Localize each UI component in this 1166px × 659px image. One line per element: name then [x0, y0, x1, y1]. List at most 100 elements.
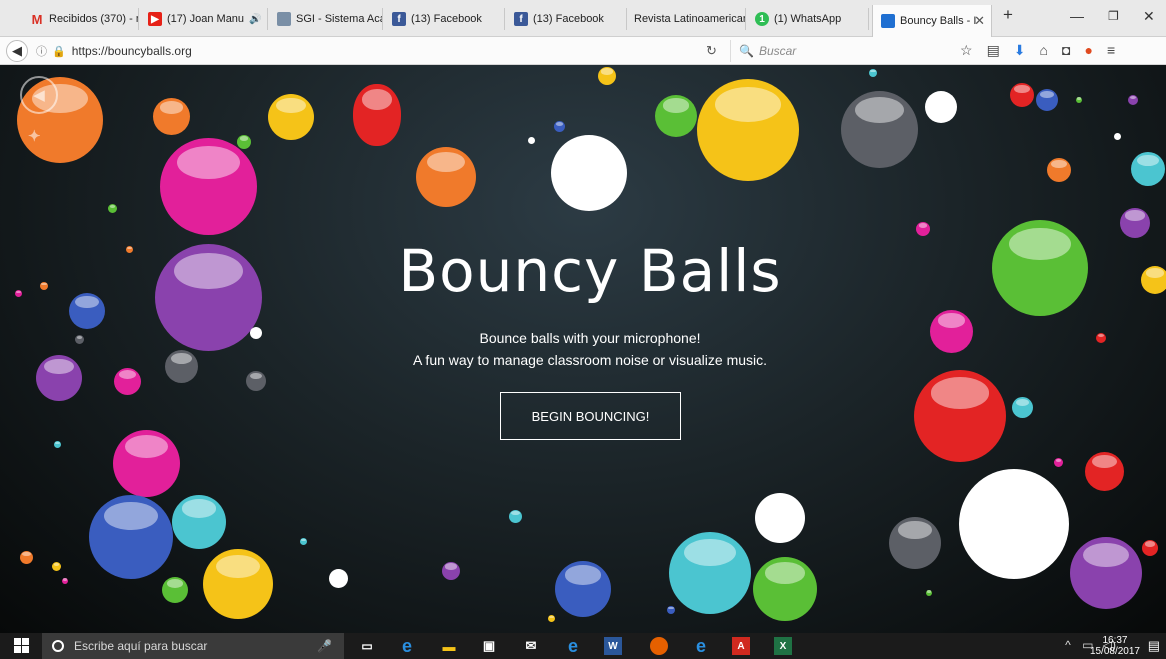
reading-list-icon[interactable]: ▤: [987, 42, 1000, 59]
bookmark-star-icon[interactable]: ☆: [960, 42, 973, 59]
ball: [925, 91, 957, 123]
tab-label: Revista Latinoamerican: [634, 13, 746, 25]
ball: [1054, 458, 1063, 467]
pocket-icon[interactable]: ◘: [1062, 42, 1070, 59]
home-icon[interactable]: ⌂: [1040, 42, 1048, 59]
ball: [667, 606, 675, 614]
tab-label: (13) Facebook: [411, 13, 482, 25]
ball: [69, 293, 105, 329]
mail-icon[interactable]: ✉: [522, 637, 540, 655]
ball: [509, 510, 522, 523]
excel-icon[interactable]: X: [774, 637, 792, 655]
reload-icon[interactable]: ↻: [706, 43, 717, 59]
ball: [15, 290, 22, 297]
internet-explorer-icon[interactable]: e: [564, 636, 582, 656]
ball: [442, 562, 460, 580]
tab-gmail[interactable]: M Recibidos (370) - m: [22, 8, 139, 30]
edge-icon[interactable]: e: [398, 636, 416, 656]
facebook-icon: f: [392, 12, 406, 26]
begin-bouncing-button[interactable]: BEGIN BOUNCING!: [500, 392, 681, 440]
acrobat-icon[interactable]: A: [732, 637, 750, 655]
ball: [89, 495, 173, 579]
tab-sgi[interactable]: SGI - Sistema Acad: [269, 8, 383, 30]
download-icon[interactable]: ⬇: [1014, 42, 1026, 59]
speaker-icon[interactable]: 🔊: [249, 14, 261, 25]
search-input[interactable]: 🔍 Buscar: [730, 40, 950, 62]
clock-date: 15/08/2017: [1089, 646, 1140, 657]
ball: [1141, 266, 1166, 294]
restore-icon[interactable]: ❐: [1108, 9, 1119, 23]
back-button[interactable]: ◀: [6, 40, 28, 62]
tab-bouncy-balls[interactable]: Bouncy Balls - I ✕: [872, 5, 992, 37]
ball: [20, 551, 33, 564]
ball: [1142, 540, 1158, 556]
close-window-icon[interactable]: ✕: [1143, 8, 1155, 25]
tab-facebook-1[interactable]: f (13) Facebook: [384, 8, 505, 30]
bouncyballs-icon: [881, 14, 895, 28]
store-icon[interactable]: ▣: [480, 637, 498, 655]
ball: [655, 95, 697, 137]
menu-icon[interactable]: ≡: [1107, 42, 1115, 59]
tab-whatsapp[interactable]: 1 (1) WhatsApp: [747, 8, 869, 30]
ball: [1120, 208, 1150, 238]
url-text: https://bouncyballs.org: [71, 44, 192, 58]
ball: [528, 137, 535, 144]
minimize-icon[interactable]: —: [1070, 8, 1084, 24]
url-bar[interactable]: ⓘ 🔒 https://bouncyballs.org: [36, 40, 730, 62]
ball: [203, 549, 273, 619]
tab-revista[interactable]: Revista Latinoamerican: [628, 8, 746, 30]
new-tab-icon[interactable]: +: [1003, 5, 1013, 25]
ball: [237, 135, 251, 149]
ball: [841, 91, 918, 168]
ball: [75, 335, 84, 344]
page-content: ◀ ✦ Bouncy Balls Bounce balls with your …: [0, 65, 1166, 633]
close-tab-icon[interactable]: ✕: [974, 13, 985, 29]
ball: [165, 350, 198, 383]
firefox-icon[interactable]: [650, 637, 668, 655]
microphone-icon[interactable]: 🎤: [317, 639, 332, 653]
page-title: Bouncy Balls: [398, 237, 782, 305]
ball: [1047, 158, 1071, 182]
tab-facebook-2[interactable]: f (13) Facebook: [506, 8, 627, 30]
ball: [52, 562, 61, 571]
mute-button[interactable]: ◀: [20, 76, 58, 114]
taskbar-clock[interactable]: 16:37 15/08/2017: [1090, 635, 1140, 657]
ball: [172, 495, 226, 549]
word-icon[interactable]: W: [604, 637, 622, 655]
ball: [1131, 152, 1165, 186]
ball: [548, 615, 555, 622]
cortana-icon: [52, 640, 64, 652]
subtitle-line-2: A fun way to manage classroom noise or v…: [412, 352, 768, 368]
extension-icon[interactable]: ●: [1084, 42, 1092, 59]
ball: [598, 67, 616, 85]
toolbar-icons: ☆ ▤ ⬇ ⌂ ◘ ● ≡: [960, 42, 1115, 59]
search-placeholder: Buscar: [758, 44, 797, 58]
ball: [697, 79, 799, 181]
info-icon[interactable]: ⓘ: [36, 43, 47, 59]
ball: [1114, 133, 1121, 140]
taskbar-search-input[interactable]: Escribe aquí para buscar 🎤: [42, 633, 344, 659]
tab-youtube[interactable]: ▶ (17) Joan Manu 🔊: [140, 8, 268, 30]
ball: [155, 244, 262, 351]
navigation-bar: ◀ ⓘ 🔒 https://bouncyballs.org ↻ 🔍 Buscar…: [0, 37, 1166, 65]
chevron-up-icon[interactable]: ^: [1065, 638, 1071, 652]
ball: [916, 222, 930, 236]
tab-label: SGI - Sistema Acad: [296, 13, 383, 25]
lock-icon: 🔒: [52, 45, 66, 58]
internet-explorer-icon[interactable]: e: [692, 636, 710, 656]
twitter-icon[interactable]: ✦: [28, 127, 41, 145]
ball: [1010, 83, 1034, 107]
tab-label: (13) Facebook: [533, 13, 604, 25]
file-explorer-icon[interactable]: ▬: [440, 637, 458, 655]
notifications-icon[interactable]: ▤: [1148, 638, 1160, 654]
ball: [300, 538, 307, 545]
youtube-icon: ▶: [148, 12, 162, 26]
ball: [126, 246, 133, 253]
gmail-icon: M: [31, 11, 43, 27]
ball: [40, 282, 48, 290]
ball: [869, 69, 877, 77]
task-view-icon[interactable]: ▭: [358, 637, 376, 655]
ball: [551, 135, 627, 211]
ball: [416, 147, 476, 207]
windows-start-icon[interactable]: [14, 638, 30, 654]
